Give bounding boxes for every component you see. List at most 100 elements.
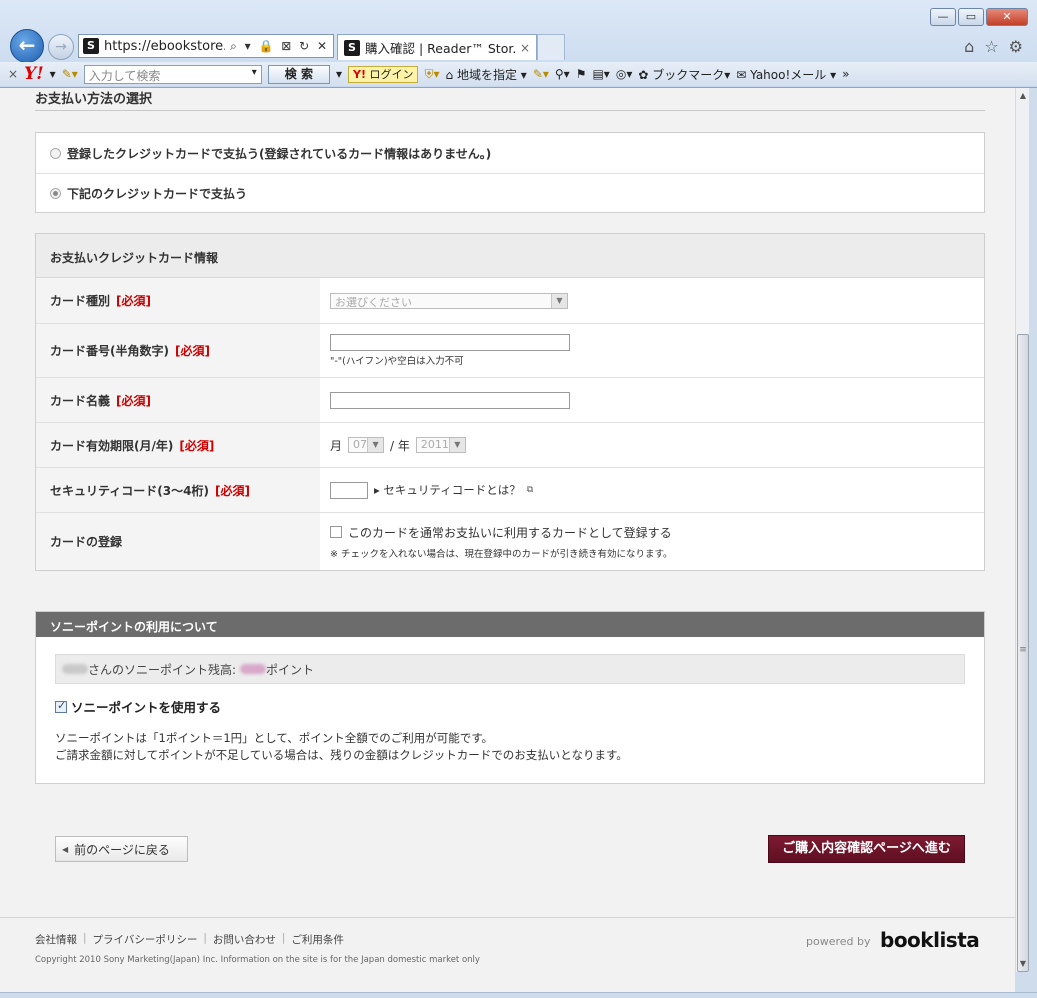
security-code-input[interactable] (330, 481, 368, 499)
redacted-points-value (240, 664, 267, 674)
payment-option-label: 登録したクレジットカードで支払う(登録されているカード情報はありません。) (67, 146, 492, 161)
register-card-checkbox[interactable] (330, 526, 342, 538)
close-window-button[interactable]: ✕ (986, 8, 1028, 26)
back-arrow-icon[interactable]: ← (10, 29, 44, 63)
yahoo-search-button[interactable]: 検 索 (267, 64, 330, 84)
minimize-button[interactable]: — (930, 8, 956, 26)
card-info-title: お支払いクレジットカード情報 (36, 234, 984, 278)
security-code-help-link[interactable]: ▸ セキュリティコードとは？ (374, 482, 521, 498)
address-bar[interactable]: S https://ebookstore.s. ⌕ ▾ 🔒 ⊠ ↻ ✕ (78, 34, 334, 58)
back-button[interactable]: ◀ 前のページに戻る (55, 836, 188, 862)
expiry-year-select[interactable]: 2011 ▼ (415, 437, 466, 453)
card-name-label: カード名義 (50, 393, 111, 408)
redacted-user-name (62, 664, 88, 674)
window-border-right (1029, 88, 1037, 998)
security-code-row: セキュリティコード(3〜4桁) [必須] ▸ セキュリティコードとは？ ⧉ (36, 468, 984, 513)
footer-link-terms[interactable]: ご利用条件 (291, 932, 344, 947)
payment-option-registered[interactable]: 登録したクレジットカードで支払う(登録されているカード情報はありません。) (36, 133, 984, 173)
divider (35, 110, 985, 111)
card-number-input[interactable] (330, 334, 570, 351)
card-name-input[interactable] (330, 391, 570, 409)
toolbar-close-icon[interactable]: × (8, 67, 18, 81)
site-favicon-icon: S (83, 38, 99, 54)
scroll-down-icon[interactable]: ▼ (1016, 956, 1030, 972)
yahoo-logo[interactable]: Y! (24, 64, 44, 84)
expiry-year-value: 2011 (420, 438, 449, 451)
bookmark-button[interactable]: ✿ ブックマーク▾ (638, 66, 730, 83)
powered-by: powered by (806, 935, 871, 948)
vertical-scrollbar[interactable]: ▲ ≡ ▼ (1015, 88, 1029, 972)
triangle-left-icon: ◀ (62, 844, 69, 854)
mail-button[interactable]: ✉ Yahoo!メール ▾ (736, 66, 836, 83)
bookmark-label: ブックマーク (652, 67, 725, 82)
forward-arrow-icon[interactable]: → (48, 34, 74, 60)
payment-method-options: 登録したクレジットカードで支払う(登録されているカード情報はありません。) 下記… (35, 132, 985, 213)
payment-option-new-card[interactable]: 下記のクレジットカードで支払う (36, 173, 984, 213)
field-label: カード名義 [必須] (36, 378, 320, 422)
back-button-label: 前のページに戻る (74, 842, 170, 857)
yahoo-toolbar: × Y! ▾ ✎▾ 入力して検索 ▾ 検 索 ▾ Y! ログイン ⛨▾ ⌂ 地域… (0, 62, 1037, 86)
payment-method-title: お支払い方法の選択 (35, 92, 153, 107)
maximize-button[interactable]: ▭ (958, 8, 984, 26)
yahoo-search-input[interactable]: 入力して検索 ▾ (83, 64, 262, 84)
clipboard-icon[interactable]: ▤▾ (592, 67, 609, 81)
booklista-logo[interactable]: booklista (880, 928, 980, 952)
footer-link-company[interactable]: 会社情報 (35, 932, 77, 947)
new-tab-button[interactable] (537, 34, 565, 60)
address-url[interactable]: https://ebookstore.s. (104, 39, 225, 54)
window-border-bottom (0, 992, 1037, 998)
region-button[interactable]: ⌂ 地域を指定 ▾ (446, 66, 527, 83)
footer-link-contact[interactable]: お問い合わせ (213, 932, 276, 947)
toolbar-overflow-icon[interactable]: » (842, 67, 849, 81)
required-badge: [必須] (214, 483, 250, 498)
pen-icon[interactable]: ✎▾ (533, 67, 549, 81)
card-number-label: カード番号(半角数字) (50, 344, 169, 358)
favorites-star-icon[interactable]: ☆ (984, 37, 998, 56)
expiry-month-prefix: 月 (330, 438, 343, 453)
settings-gear-icon[interactable]: ⚙ (1009, 37, 1023, 56)
register-card-checkbox-label[interactable]: このカードを通常お支払いに利用するカードとして登録する (348, 524, 672, 541)
region-label: 地域を指定 (456, 67, 517, 82)
scroll-up-icon[interactable]: ▲ (1016, 88, 1030, 104)
browser-tab[interactable]: S 購入確認 | Reader™ Stor... × (337, 34, 537, 60)
home-icon[interactable]: ⌂ (964, 37, 974, 56)
field-label: カード種別 [必須] (36, 278, 320, 323)
sony-points-title: ソニーポイントの利用について (36, 612, 984, 637)
field-label: カード番号(半角数字) [必須] (36, 324, 320, 377)
popup-window-icon[interactable]: ⧉ (527, 485, 533, 495)
card-type-row: カード種別 [必須] お選びください ▼ (36, 278, 984, 324)
globe-icon[interactable]: ◎▾ (616, 67, 633, 81)
proceed-to-confirm-button[interactable]: ご購入内容確認ページへ進む (768, 835, 965, 863)
card-info-form: お支払いクレジットカード情報 カード種別 [必須] お選びください ▼ カード番号(… (35, 233, 985, 571)
sony-points-section: ソニーポイントの利用について さんのソニーポイント残高: ポイント ソニーポイン… (35, 611, 985, 784)
use-points-option[interactable]: ソニーポイントを使用する (55, 697, 965, 716)
highlighter-icon[interactable]: ✎▾ (62, 67, 78, 81)
pin-icon[interactable]: ⚑ (576, 67, 587, 81)
required-badge: [必須] (116, 294, 151, 308)
tab-close-icon[interactable]: × (520, 41, 530, 55)
radio-new-card[interactable] (50, 188, 61, 199)
separator: | (203, 932, 207, 944)
security-code-label: セキュリティコード(3〜4桁) (50, 483, 209, 498)
search-options-icon[interactable]: ▾ (336, 67, 342, 81)
radio-registered-card[interactable] (50, 147, 61, 159)
dropdown-arrow-icon[interactable]: ▾ (50, 67, 56, 81)
points-balance-suffix: ポイント (266, 662, 315, 677)
field-label: カード有効期限(月/年) [必須] (36, 423, 320, 467)
card-register-row: カードの登録 このカードを通常お支払いに利用するカードとして登録する ※ チェッ… (36, 513, 984, 570)
yahoo-search-placeholder: 入力して検索 (88, 68, 161, 83)
search-dropdown-icon[interactable]: ▾ (252, 67, 257, 82)
scrollbar-thumb[interactable]: ≡ (1017, 334, 1029, 972)
use-points-label[interactable]: ソニーポイントを使用する (71, 697, 221, 716)
shield-icon[interactable]: ⛨▾ (424, 67, 439, 82)
translate-icon[interactable]: ⚲▾ (555, 67, 570, 81)
footer-link-privacy[interactable]: プライバシーポリシー (93, 932, 198, 947)
use-points-checkbox[interactable] (55, 699, 67, 713)
address-bar-icons[interactable]: ⌕ ▾ 🔒 ⊠ ↻ ✕ (230, 39, 329, 54)
card-type-select[interactable]: お選びください ▼ (330, 292, 568, 309)
required-badge: [必須] (174, 344, 210, 358)
page-content: お支払い方法の選択 登録したクレジットカードで支払う(登録されているカード情報は… (0, 88, 1015, 998)
copyright: Copyright 2010 Sony Marketing(Japan) Inc… (35, 955, 480, 965)
yahoo-login-button[interactable]: Y! ログイン (348, 65, 419, 83)
expiry-month-select[interactable]: 07 ▼ (348, 437, 385, 453)
